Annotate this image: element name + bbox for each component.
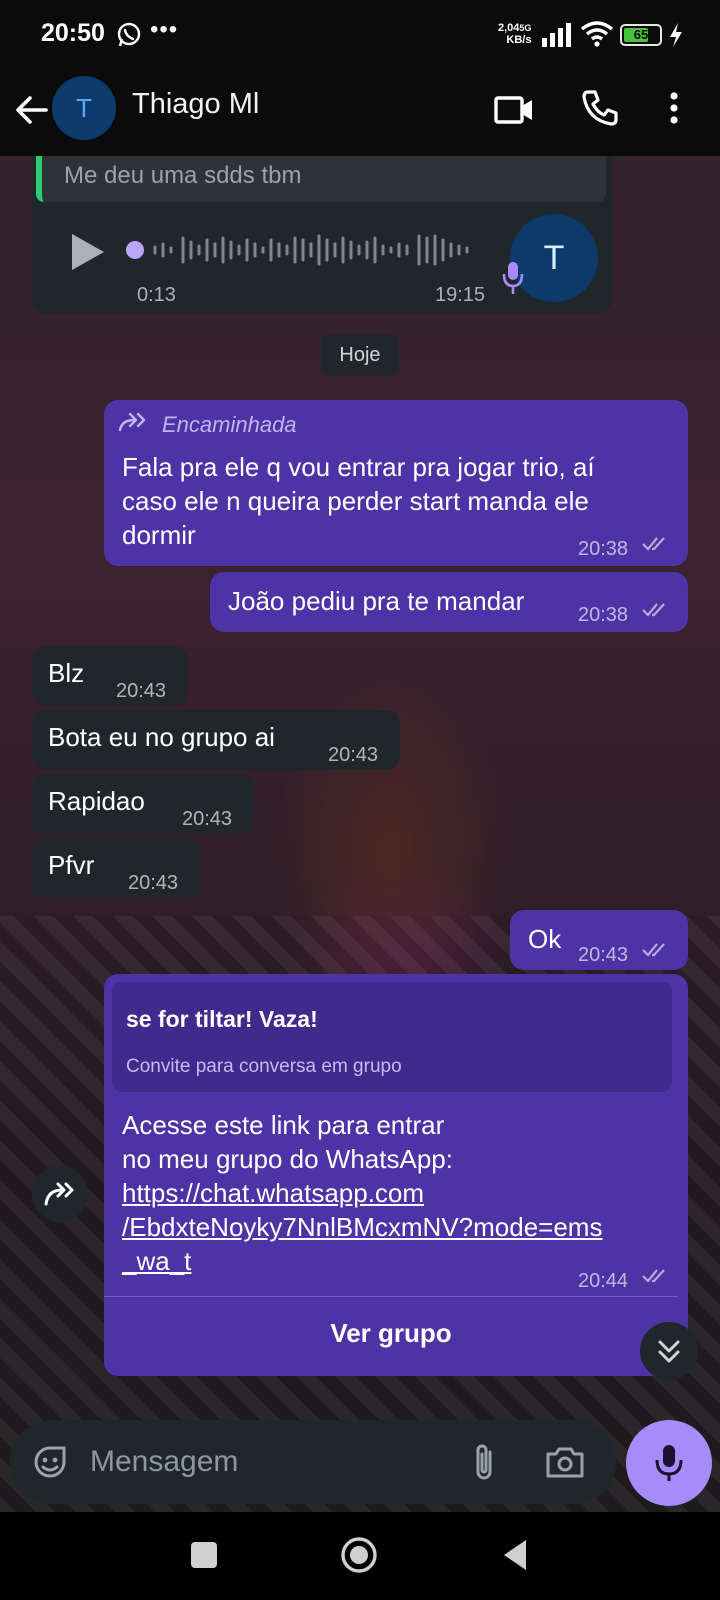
date-divider: Hoje <box>321 334 399 376</box>
system-nav-bar <box>0 1512 720 1600</box>
status-time: 20:50 <box>41 19 105 47</box>
back-arrow-icon[interactable] <box>14 92 50 128</box>
message-bubble-outgoing[interactable]: João pediu pra te mandar 20:38 <box>210 572 688 632</box>
read-receipt-icon <box>642 603 665 617</box>
read-receipt-icon <box>642 537 665 551</box>
message-bubble-incoming[interactable]: Pfvr 20:43 <box>32 838 200 898</box>
camera-icon[interactable] <box>544 1442 586 1482</box>
share-icon <box>44 1182 74 1206</box>
share-button[interactable] <box>32 1166 88 1222</box>
notification-overflow: ••• <box>150 16 179 43</box>
battery-icon: 65 <box>620 24 662 46</box>
message-text: Bota eu no grupo ai <box>48 722 275 752</box>
message-time: 20:43 <box>182 808 233 830</box>
message-time: 20:38 <box>578 538 629 560</box>
message-time: 20:43 <box>328 744 379 766</box>
nav-recents-icon[interactable] <box>191 1542 217 1568</box>
quoted-message[interactable]: Me deu uma sdds tbm <box>36 156 606 202</box>
invite-message: Acesse este link para entrar no meu grup… <box>122 1110 603 1276</box>
message-text: Ok <box>528 924 562 954</box>
voice-call-icon[interactable] <box>580 88 620 128</box>
voice-waveform[interactable] <box>125 228 495 272</box>
voice-duration: 0:13 <box>137 284 176 306</box>
message-time: 20:38 <box>578 604 629 626</box>
charging-icon <box>670 23 682 47</box>
view-group-button[interactable]: Ver grupo <box>104 1316 678 1350</box>
emoji-icon[interactable] <box>30 1442 70 1482</box>
scroll-to-bottom-button[interactable] <box>640 1322 698 1380</box>
read-receipt-icon <box>642 1269 665 1283</box>
message-time: 20:43 <box>116 680 167 702</box>
message-text: Pfvr <box>48 850 95 880</box>
message-input[interactable] <box>88 1438 452 1486</box>
message-text: Fala pra ele q vou entrar pra jogar trio… <box>122 452 595 550</box>
contact-name[interactable]: Thiago Ml <box>132 88 259 121</box>
more-options-icon[interactable] <box>664 88 684 128</box>
attachment-icon[interactable] <box>468 1440 500 1484</box>
signal-icon <box>542 23 571 47</box>
chat-area[interactable]: Me deu uma sdds tbm 0:13 19:15 T Hoje En… <box>0 156 720 1512</box>
group-invite-bubble[interactable]: se for tiltar! Vaza! Convite para conver… <box>104 974 688 1376</box>
voice-record-button[interactable] <box>626 1420 712 1506</box>
invite-link[interactable]: https://chat.whatsapp.com/EbdxteNoyky7Nn… <box>122 1178 602 1276</box>
message-bubble-incoming[interactable]: Rapidao 20:43 <box>32 774 254 834</box>
chevron-double-down-icon <box>658 1340 680 1363</box>
battery-level: 65 <box>633 27 649 42</box>
contact-avatar[interactable]: T <box>52 76 116 140</box>
message-time: 20:43 <box>578 944 629 966</box>
status-bar: 20:50 ••• 2,045G KB/s 65 <box>0 0 720 70</box>
play-icon[interactable] <box>64 230 108 274</box>
video-call-icon[interactable] <box>494 90 534 130</box>
nav-back-icon[interactable] <box>500 1538 530 1572</box>
message-time: 20:44 <box>578 1270 629 1292</box>
read-receipt-icon <box>642 943 665 957</box>
message-text: Blz <box>48 658 85 688</box>
invite-subtitle: Convite para conversa em grupo <box>126 1056 402 1077</box>
message-bubble-outgoing[interactable]: Ok 20:43 <box>510 910 688 970</box>
message-bubble-incoming[interactable]: Blz 20:43 <box>32 646 188 706</box>
microphone-icon <box>502 262 524 294</box>
nav-home-icon[interactable] <box>340 1536 378 1574</box>
message-time: 20:43 <box>128 872 179 894</box>
forwarded-label: Encaminhada <box>162 412 297 437</box>
forward-icon <box>118 412 146 432</box>
group-name: se for tiltar! Vaza! <box>126 1006 318 1032</box>
group-invite-card[interactable]: se for tiltar! Vaza! Convite para conver… <box>112 982 672 1092</box>
message-text: Rapidao <box>48 786 145 816</box>
microphone-icon <box>655 1445 683 1481</box>
message-bubble-outgoing[interactable]: Encaminhada Fala pra ele q vou entrar pr… <box>104 400 688 566</box>
message-bubble-incoming[interactable]: Bota eu no grupo ai 20:43 <box>32 710 400 770</box>
whatsapp-icon <box>117 22 141 47</box>
message-composer <box>10 1420 616 1504</box>
wifi-icon <box>580 21 614 47</box>
divider <box>104 1296 678 1297</box>
message-text: João pediu pra te mandar <box>228 586 525 616</box>
voice-timestamp: 19:15 <box>435 284 486 306</box>
chat-header: T Thiago Ml <box>0 70 720 156</box>
network-speed: 2,045G KB/s <box>498 22 532 46</box>
